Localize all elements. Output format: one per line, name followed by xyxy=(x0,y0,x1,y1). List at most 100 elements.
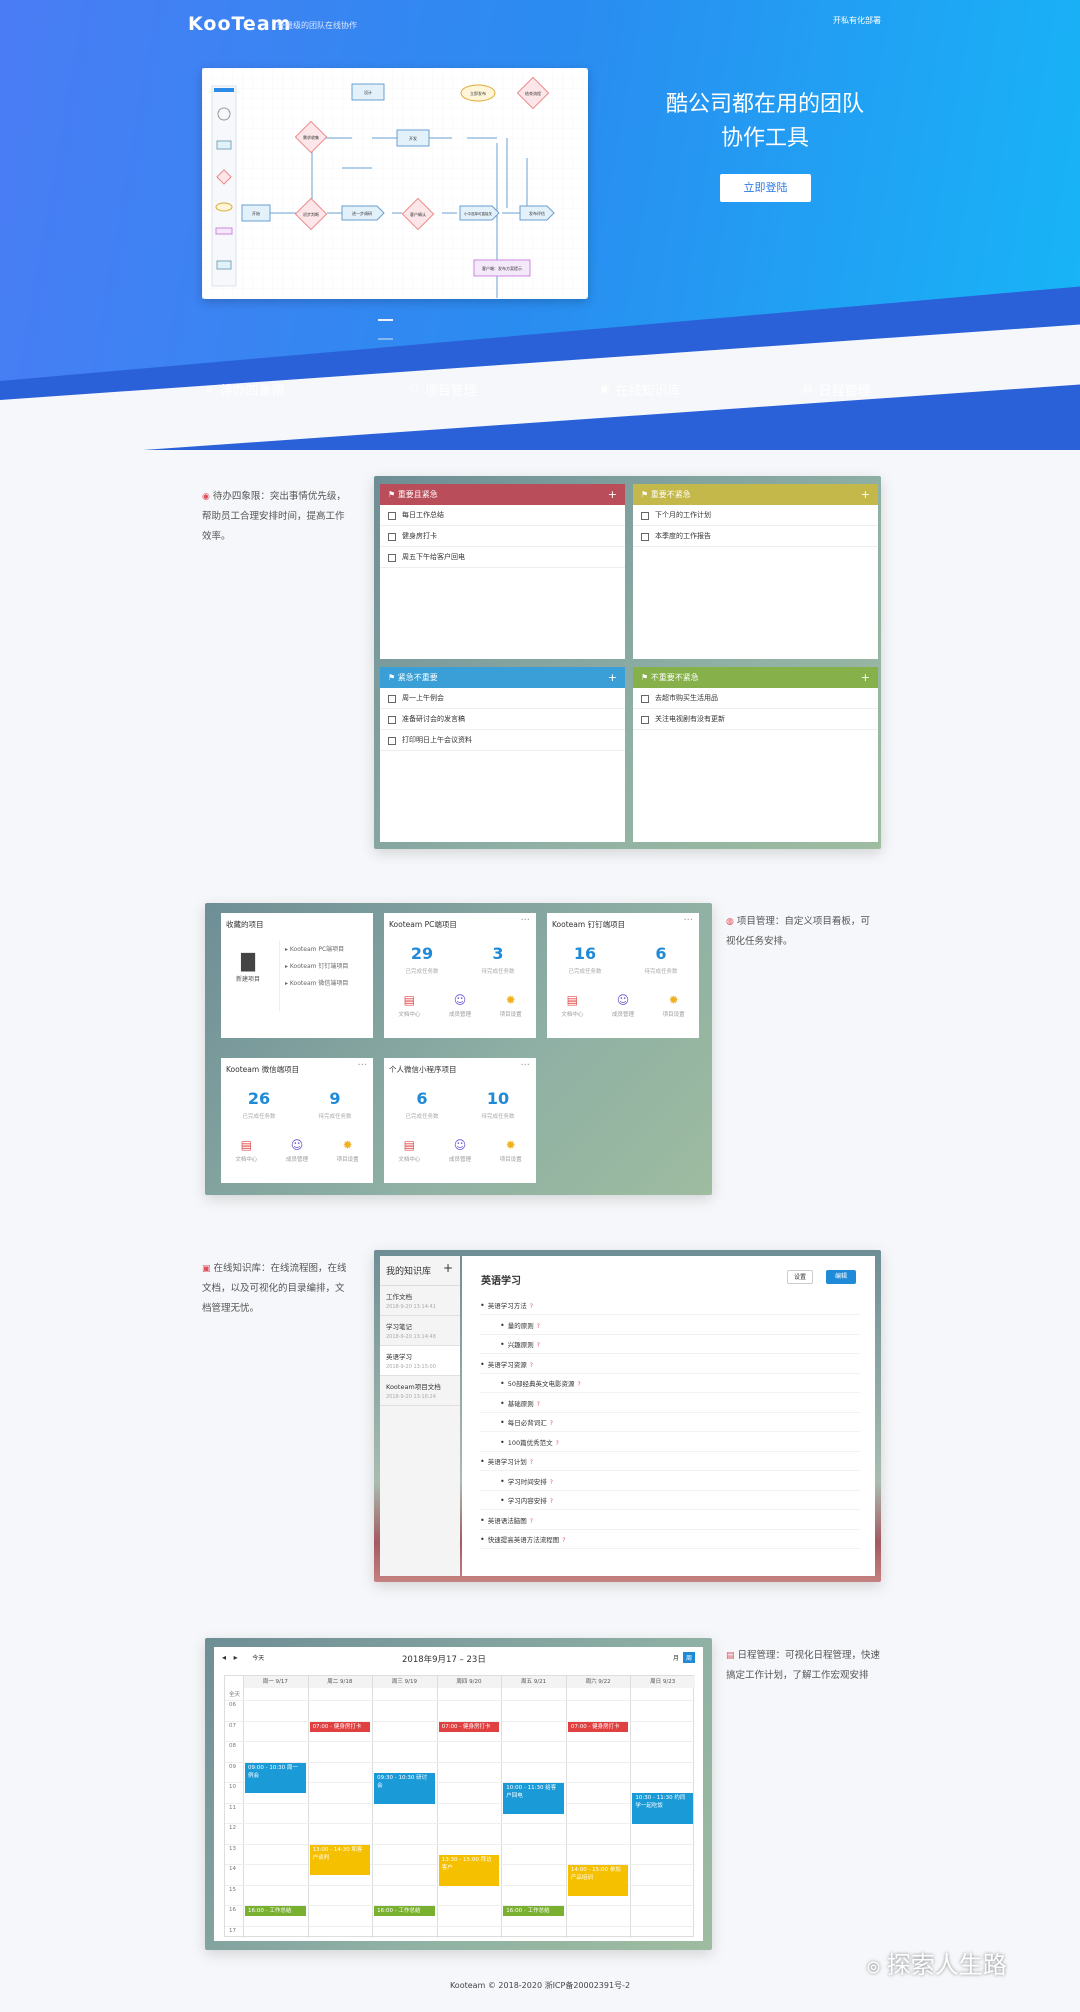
calendar-event[interactable]: 13:30 - 15:00 拜访客户 xyxy=(438,1854,500,1886)
settings-button[interactable]: ✹ 项目设置 xyxy=(322,1138,373,1163)
calendar-event[interactable]: 14:00 - 15:00 参加产品培训 xyxy=(567,1865,629,1896)
kb-tree-item[interactable]: • 每日必背词汇? xyxy=(480,1413,860,1432)
help-icon[interactable]: ? xyxy=(530,1303,533,1310)
settings-button[interactable]: ✹ 项目设置 xyxy=(485,1138,536,1163)
calendar-event[interactable]: 16:00 - 工作总结 xyxy=(374,1906,435,1917)
month-view-button[interactable]: 月 xyxy=(673,1653,679,1662)
doc-center-button[interactable]: ▤ 文档中心 xyxy=(384,1138,435,1163)
fav-project-link[interactable]: ▸ Kooteam PC端项目 xyxy=(285,941,348,958)
private-deploy-link[interactable]: 开私有化部署 xyxy=(833,15,881,26)
kb-tree-item[interactable]: • 英语语法脑图? xyxy=(480,1511,860,1530)
more-icon[interactable]: ··· xyxy=(520,915,530,926)
todo-item[interactable]: 下个月的工作计划 xyxy=(633,505,878,526)
calendar-event[interactable]: 07:00 - 健身房打卡 xyxy=(567,1721,629,1732)
help-icon[interactable]: ? xyxy=(550,1479,553,1486)
fav-project-link[interactable]: ▸ Kooteam 钉钉端项目 xyxy=(285,958,348,975)
kb-tree-item[interactable]: • 快速提高英语方法流程图? xyxy=(480,1530,860,1549)
todo-item[interactable]: 健身房打卡 xyxy=(380,526,625,547)
todo-item[interactable]: 每日工作总结 xyxy=(380,505,625,526)
doc-center-button[interactable]: ▤ 文档中心 xyxy=(384,993,435,1018)
calendar-column[interactable] xyxy=(243,1676,244,1938)
nav-knowledge-base[interactable]: ▣ 在线知识库 xyxy=(600,380,680,399)
nav-schedule[interactable]: ▤ 日程管理 xyxy=(803,380,870,399)
week-view-button[interactable]: 周 xyxy=(682,1652,695,1663)
members-button[interactable]: ☺ 成员管理 xyxy=(435,993,486,1018)
todo-item[interactable]: 打印明日上午会议资料 xyxy=(380,730,625,751)
kb-doc-item-active[interactable]: 英语学习 2018-9-20 13:15:00 xyxy=(380,1346,460,1376)
add-icon[interactable]: + xyxy=(608,667,617,688)
project-card[interactable]: Kooteam 钉钉端项目 ··· 16 已完成任务数 6 待完成任务数 ▤ 文档中心 ☺ 成… xyxy=(547,913,699,1038)
calendar-event[interactable]: 07:00 - 健身房打卡 xyxy=(438,1721,500,1732)
calendar-event[interactable]: 13:00 - 14:30 和客户谈判 xyxy=(309,1844,371,1876)
help-icon[interactable]: ? xyxy=(578,1381,581,1388)
calendar-column[interactable] xyxy=(436,1676,438,1938)
kb-tree-item[interactable]: • 学习时间安排? xyxy=(480,1472,860,1491)
project-card[interactable]: Kooteam PC端项目 ··· 29 已完成任务数 3 待完成任务数 ▤ 文档中心 ☺ 成… xyxy=(384,913,536,1038)
calendar-column[interactable] xyxy=(565,1676,567,1938)
help-icon[interactable]: ? xyxy=(537,1401,540,1408)
settings-button[interactable]: ✹ 项目设置 xyxy=(648,993,699,1018)
kb-tree-item[interactable]: • 100篇优秀范文? xyxy=(480,1433,860,1452)
help-icon[interactable]: ? xyxy=(537,1342,540,1349)
kb-tree-item[interactable]: • 英语学习资源? xyxy=(480,1355,860,1374)
nav-todo-quadrant[interactable]: ◈ 待办四象限 xyxy=(206,380,285,399)
help-icon[interactable]: ? xyxy=(562,1537,565,1544)
todo-item[interactable]: 去超市购买生活用品 xyxy=(633,688,878,709)
kb-tree-item[interactable]: • 基础原则? xyxy=(480,1394,860,1413)
settings-button[interactable]: ✹ 项目设置 xyxy=(485,993,536,1018)
settings-button[interactable]: 设置 xyxy=(787,1270,813,1284)
kb-doc-item[interactable]: 工作文档 2018-9-20 13:14:41 xyxy=(380,1286,460,1316)
today-button[interactable]: 今天 xyxy=(252,1655,264,1662)
calendar-event[interactable]: 10:30 - 11:30 约同学一起吃饭 xyxy=(632,1793,693,1824)
calendar-column[interactable] xyxy=(372,1676,374,1938)
kb-tree-item[interactable]: • 50部经典英文电影资源? xyxy=(480,1374,860,1393)
help-icon[interactable]: ? xyxy=(556,1440,559,1447)
calendar-event[interactable]: 07:00 - 健身房打卡 xyxy=(309,1721,371,1732)
calendar-event[interactable]: 16:00 - 工作总结 xyxy=(503,1906,564,1917)
more-icon[interactable]: ··· xyxy=(357,1060,367,1071)
project-card[interactable]: Kooteam 微信端项目 ··· 26 已完成任务数 9 待完成任务数 ▤ 文档中心 ☺ 成… xyxy=(221,1058,373,1183)
prev-icon[interactable]: ◂ xyxy=(222,1653,226,1662)
login-button[interactable]: 立即登陆 xyxy=(720,174,811,202)
todo-item[interactable]: 周一上午例会 xyxy=(380,688,625,709)
help-icon[interactable]: ? xyxy=(550,1498,553,1505)
carousel-dots[interactable] xyxy=(378,306,414,340)
doc-center-button[interactable]: ▤ 文档中心 xyxy=(547,993,598,1018)
help-icon[interactable]: ? xyxy=(537,1323,540,1330)
calendar-event[interactable]: 09:30 - 10:30 研讨会 xyxy=(374,1772,435,1804)
members-button[interactable]: ☺ 成员管理 xyxy=(598,993,649,1018)
calendar-event[interactable]: 10:00 - 11:30 给客户回电 xyxy=(503,1783,564,1814)
todo-item[interactable]: 准备研讨会的发言稿 xyxy=(380,709,625,730)
kb-tree-item[interactable]: • 英语学习方法? xyxy=(480,1296,860,1315)
members-button[interactable]: ☺ 成员管理 xyxy=(272,1138,323,1163)
next-icon[interactable]: ▸ xyxy=(234,1653,238,1662)
more-icon[interactable]: ··· xyxy=(683,915,693,926)
kb-doc-item[interactable]: 学习笔记 2018-9-20 13:14:48 xyxy=(380,1316,460,1346)
calendar-event[interactable]: 16:00 - 工作总结 xyxy=(245,1906,306,1917)
add-icon[interactable]: + xyxy=(608,484,617,505)
logo[interactable]: KooTeam xyxy=(188,13,291,35)
kb-tree-item[interactable]: • 英语学习计划? xyxy=(480,1452,860,1471)
add-icon[interactable]: + xyxy=(861,667,870,688)
help-icon[interactable]: ? xyxy=(530,1362,533,1369)
fav-project-link[interactable]: ▸ Kooteam 微信端项目 xyxy=(285,975,348,992)
nav-project-management[interactable]: ⬡ 项目管理 xyxy=(410,380,477,399)
calendar-event[interactable]: 09:00 - 10:30 周一例会 xyxy=(245,1762,306,1794)
todo-item[interactable]: 关注电视剧有没有更新 xyxy=(633,709,878,730)
add-icon[interactable]: + xyxy=(861,484,870,505)
new-project-button[interactable]: ▇ 新建项目 xyxy=(233,951,263,983)
kb-tree-item[interactable]: • 兴趣原则? xyxy=(480,1335,860,1354)
kb-doc-item[interactable]: Kooteam项目文档 2018-9-20 13:16:24 xyxy=(380,1376,460,1406)
calendar-column[interactable] xyxy=(501,1676,503,1938)
help-icon[interactable]: ? xyxy=(530,1518,533,1525)
more-icon[interactable]: ··· xyxy=(520,1060,530,1071)
project-card[interactable]: 个人微信小程序项目 ··· 6 已完成任务数 10 待完成任务数 ▤ 文档中心 ☺ 成员管理 ✹… xyxy=(384,1058,536,1183)
edit-button[interactable]: 编辑 xyxy=(826,1270,856,1284)
calendar-column[interactable] xyxy=(630,1676,632,1938)
doc-center-button[interactable]: ▤ 文档中心 xyxy=(221,1138,272,1163)
kb-tree-item[interactable]: • 量的原则? xyxy=(480,1316,860,1335)
help-icon[interactable]: ? xyxy=(530,1459,533,1466)
kb-tree-item[interactable]: • 学习内容安排? xyxy=(480,1491,860,1510)
todo-item[interactable]: 周五下午给客户回电 xyxy=(380,547,625,568)
add-icon[interactable]: + xyxy=(443,1261,453,1275)
